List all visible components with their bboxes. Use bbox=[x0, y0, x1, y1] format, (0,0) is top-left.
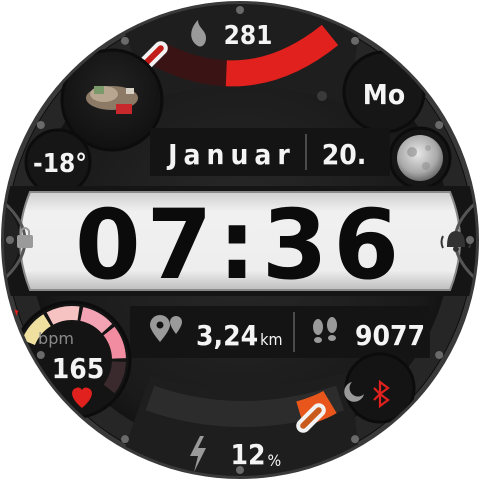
distance-value: 3,24 bbox=[196, 319, 258, 352]
calories-value: 281 bbox=[224, 21, 273, 51]
bezel-notch bbox=[36, 121, 45, 129]
bezel-notch bbox=[435, 121, 444, 129]
bezel-notch bbox=[351, 435, 359, 444]
heart-value: 165 bbox=[52, 352, 105, 385]
distance-unit: km bbox=[260, 330, 282, 349]
date-day: 20. bbox=[322, 138, 367, 171]
battery-unit: % bbox=[268, 451, 282, 470]
time-display: 07:36 bbox=[75, 189, 405, 301]
bezel-notch bbox=[236, 6, 244, 14]
watch-face: 281 Mo -18° Januar 20. 07:36 3,24 km 907… bbox=[1, 1, 479, 479]
date-month: Januar bbox=[166, 138, 296, 171]
weekday: Mo bbox=[363, 78, 405, 111]
steps-value: 9077 bbox=[355, 319, 425, 352]
decor-dot bbox=[317, 91, 327, 101]
battery-value: 12 bbox=[230, 438, 265, 471]
bezel-notch bbox=[121, 36, 129, 45]
bezel-notch bbox=[121, 435, 129, 444]
temperature: -18° bbox=[33, 149, 87, 179]
bezel-notch bbox=[36, 351, 45, 359]
bezel-notch bbox=[6, 236, 14, 244]
heart-label: bpm bbox=[38, 329, 74, 348]
bezel-notch bbox=[351, 36, 359, 45]
bezel-notch bbox=[466, 236, 474, 244]
moon-phase-icon bbox=[397, 135, 443, 181]
bezel-notch bbox=[435, 351, 444, 359]
